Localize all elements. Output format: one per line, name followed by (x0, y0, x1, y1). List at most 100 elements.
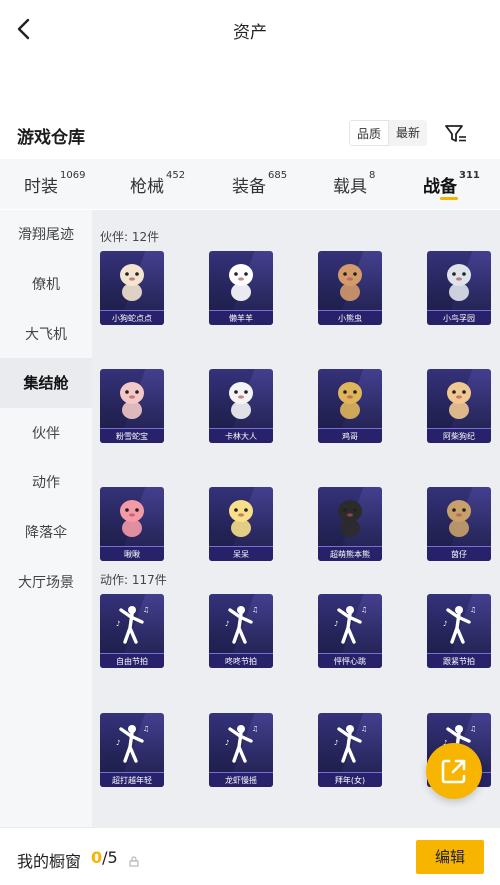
svg-text:♫: ♫ (143, 606, 149, 614)
active-tab-indicator (440, 197, 458, 200)
partner-figure-icon (112, 495, 152, 539)
emote-card[interactable]: ♪ ♫ 拜年(女) (318, 713, 382, 787)
tab-readiness[interactable]: 战备311 (423, 170, 480, 197)
partner-figure-icon (330, 377, 370, 421)
dancer-silhouette-icon: ♪ ♫ (439, 602, 479, 646)
partner-card[interactable]: 小狗蛇点点 (100, 251, 164, 325)
partner-card[interactable]: 超萌熊本熊 (318, 487, 382, 561)
partner-figure-icon (112, 259, 152, 303)
emote-card[interactable]: ♪ ♫ 龙虾慢摇 (209, 713, 273, 787)
showcase-bar: 我的橱窗 0/5 编辑 (0, 827, 500, 885)
svg-text:♪: ♪ (225, 739, 229, 747)
share-button[interactable] (426, 743, 482, 799)
emote-card[interactable]: ♪ ♫ 自由节拍 (100, 594, 164, 668)
svg-text:♫: ♫ (470, 725, 476, 733)
svg-text:♫: ♫ (252, 725, 258, 733)
svg-text:♫: ♫ (361, 725, 367, 733)
partner-figure-icon (330, 495, 370, 539)
showcase-count: 0/5 (91, 848, 118, 867)
partner-card[interactable]: 阿柴狗纪 (427, 369, 491, 443)
partner-figure-icon (439, 259, 479, 303)
dancer-silhouette-icon: ♪ ♫ (112, 602, 152, 646)
card-name: 卡林大人 (209, 428, 273, 443)
emote-card[interactable]: ♪ ♫ 跟紧节拍 (427, 594, 491, 668)
share-icon (441, 759, 466, 784)
sidebar-item-partner[interactable]: 伙伴 (0, 409, 92, 459)
card-name: 咚咚节拍 (209, 653, 273, 668)
card-name: 粉雪蛇宝 (100, 428, 164, 443)
sort-quality-button[interactable]: 品质 (349, 120, 390, 146)
sort-toggle: 品质 最新 (349, 120, 428, 146)
svg-text:♫: ♫ (252, 606, 258, 614)
svg-text:♫: ♫ (361, 606, 367, 614)
card-name: 小狗蛇点点 (100, 310, 164, 325)
tab-fashion[interactable]: 时装1069 (24, 170, 85, 197)
partner-card[interactable]: 卡林大人 (209, 369, 273, 443)
card-name: 小鸟孚园 (427, 310, 491, 325)
top-bar: 资产 (0, 0, 500, 60)
partner-card[interactable]: 粉雪蛇宝 (100, 369, 164, 443)
showcase-label: 我的橱窗 (17, 852, 82, 871)
item-grid: 伙伴: 12件 动作: 117件 小狗蛇点点 懒羊羊 小熊虫 小鸟孚园 粉雪蛇宝 卡林大人… (92, 210, 500, 827)
tab-equipment[interactable]: 装备685 (232, 170, 287, 197)
sidebar-item-pod[interactable]: 集结舱 (0, 358, 92, 408)
card-name: 茵仔 (427, 546, 491, 561)
card-name: 呆呆 (209, 546, 273, 561)
partner-card[interactable]: 茵仔 (427, 487, 491, 561)
sidebar-item-emote[interactable]: 动作 (0, 458, 92, 508)
section-title: 游戏仓库 (17, 128, 85, 148)
card-name: 龙虾慢摇 (209, 772, 273, 787)
partner-card[interactable]: 懒羊羊 (209, 251, 273, 325)
svg-text:♪: ♪ (116, 739, 120, 747)
dancer-silhouette-icon: ♪ ♫ (221, 721, 261, 765)
dancer-silhouette-icon: ♪ ♫ (221, 602, 261, 646)
partner-card[interactable]: 啾啾 (100, 487, 164, 561)
svg-text:♪: ♪ (116, 620, 120, 628)
partner-figure-icon (221, 259, 261, 303)
emote-card[interactable]: ♪ ♫ 怦怦心跳 (318, 594, 382, 668)
card-name: 懒羊羊 (209, 310, 273, 325)
page-title: 资产 (233, 23, 267, 43)
partner-figure-icon (112, 377, 152, 421)
svg-text:♫: ♫ (470, 606, 476, 614)
sidebar-item-parachute[interactable]: 降落伞 (0, 508, 92, 558)
partner-card[interactable]: 小熊虫 (318, 251, 382, 325)
sidebar-item-lobby[interactable]: 大厅场景 (0, 558, 92, 608)
partner-figure-icon (439, 495, 479, 539)
sidebar-item-plane[interactable]: 大飞机 (0, 310, 92, 360)
partner-card[interactable]: 鸡哥 (318, 369, 382, 443)
emote-card[interactable]: ♪ ♫ 超打越年轻 (100, 713, 164, 787)
section-header: 游戏仓库 品质 最新 (0, 118, 500, 152)
card-name: 自由节拍 (100, 653, 164, 668)
svg-text:♪: ♪ (334, 620, 338, 628)
dancer-silhouette-icon: ♪ ♫ (112, 721, 152, 765)
emote-card[interactable]: ♪ ♫ 咚咚节拍 (209, 594, 273, 668)
tab-vehicles[interactable]: 载具8 (333, 170, 375, 197)
card-name: 超打越年轻 (100, 772, 164, 787)
sidebar-item-glide-trail[interactable]: 滑翔尾迹 (0, 210, 92, 260)
partner-figure-icon (439, 377, 479, 421)
partner-card[interactable]: 呆呆 (209, 487, 273, 561)
card-name: 啾啾 (100, 546, 164, 561)
svg-text:♫: ♫ (143, 725, 149, 733)
svg-text:♪: ♪ (225, 620, 229, 628)
dancer-silhouette-icon: ♪ ♫ (330, 721, 370, 765)
filter-icon[interactable] (443, 121, 469, 147)
dancer-silhouette-icon: ♪ ♫ (330, 602, 370, 646)
sort-latest-button[interactable]: 最新 (389, 120, 428, 146)
card-name: 怦怦心跳 (318, 653, 382, 668)
sidebar: 滑翔尾迹 僚机 大飞机 集结舱 伙伴 动作 降落伞 大厅场景 (0, 210, 92, 827)
emote-group-label: 动作: 117件 (100, 573, 167, 587)
partner-figure-icon (221, 495, 261, 539)
edit-button[interactable]: 编辑 (416, 840, 484, 874)
card-name: 拜年(女) (318, 772, 382, 787)
card-name: 鸡哥 (318, 428, 382, 443)
tab-guns[interactable]: 枪械452 (130, 170, 185, 197)
partner-figure-icon (221, 377, 261, 421)
partner-card[interactable]: 小鸟孚园 (427, 251, 491, 325)
sidebar-item-wingman[interactable]: 僚机 (0, 260, 92, 310)
card-name: 阿柴狗纪 (427, 428, 491, 443)
svg-text:♪: ♪ (334, 739, 338, 747)
svg-text:♪: ♪ (443, 620, 447, 628)
card-name: 小熊虫 (318, 310, 382, 325)
